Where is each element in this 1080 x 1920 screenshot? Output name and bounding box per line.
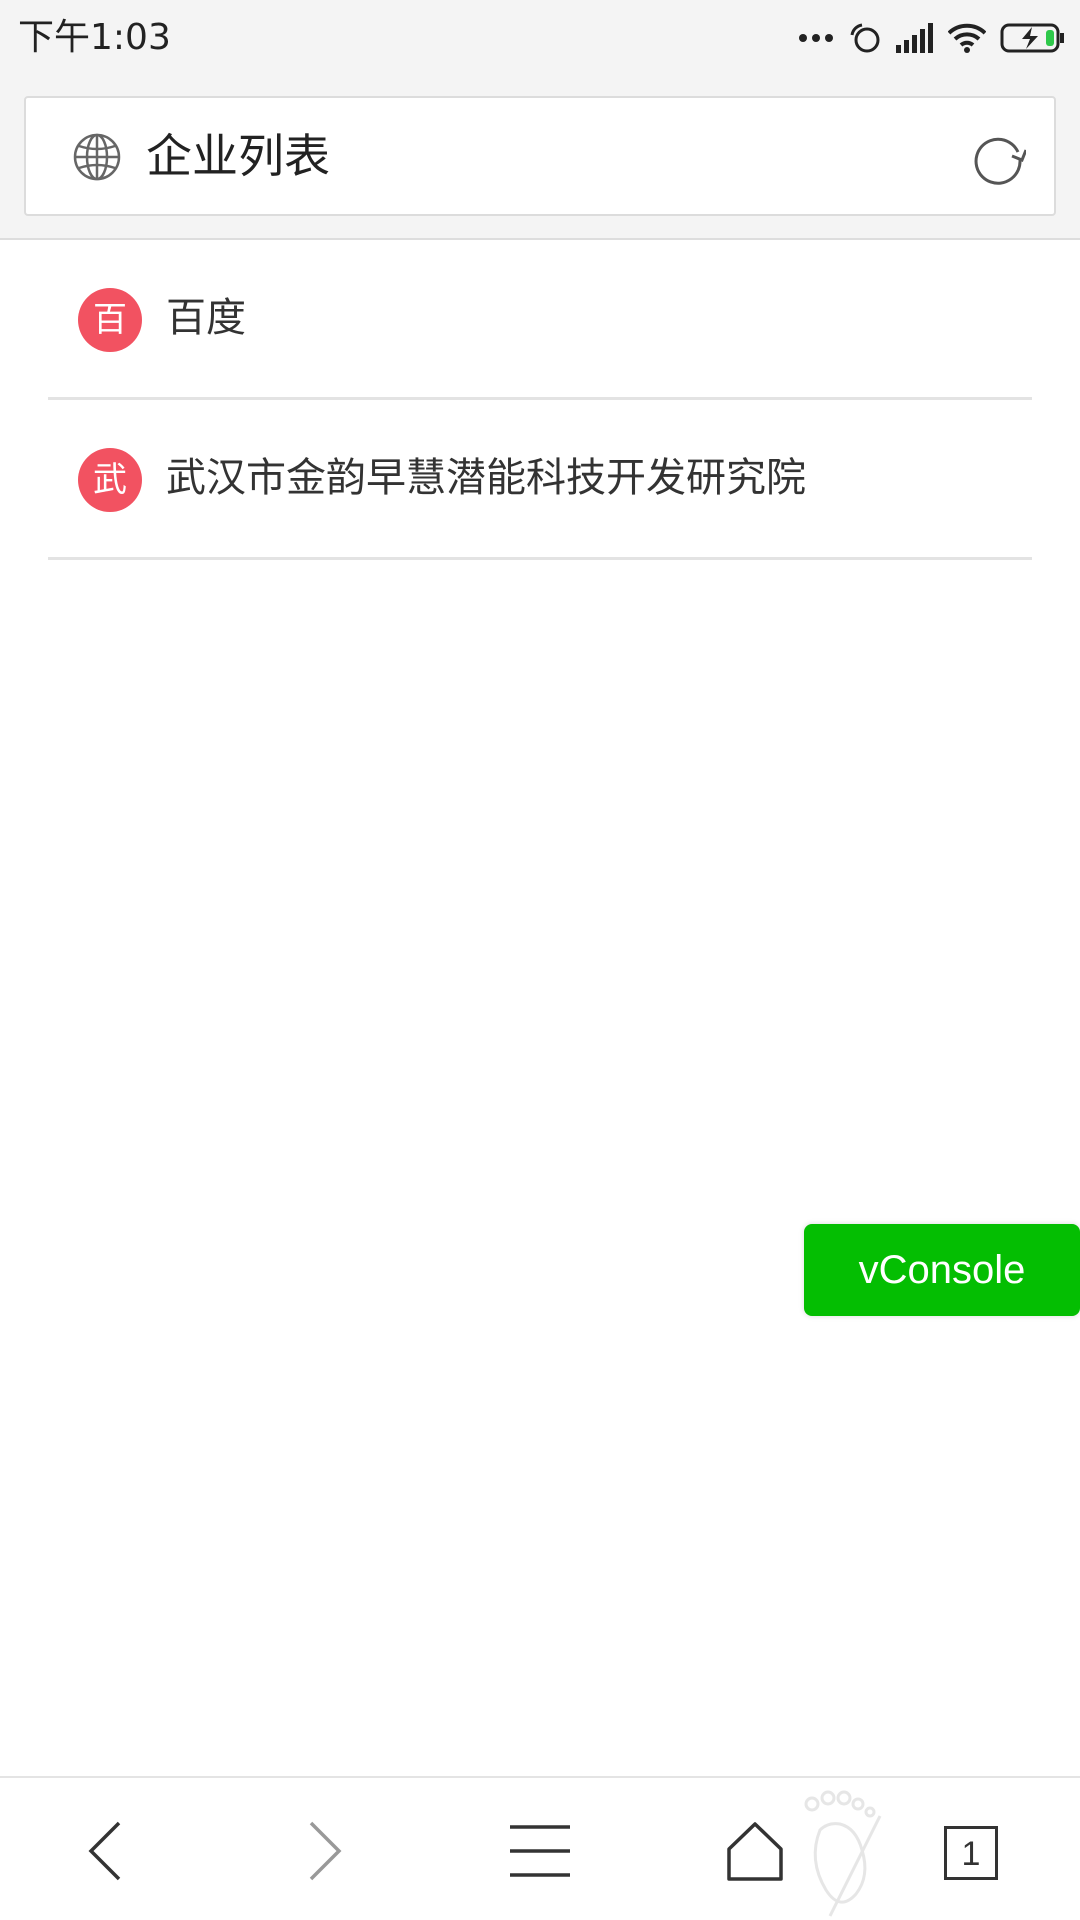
signal-icon xyxy=(896,23,934,53)
screen: 下午1:03 企业列表 百 百度 武 武汉市金韵早慧潜能科技开发研究院 vCon… xyxy=(0,0,1080,1920)
item-avatar: 百 xyxy=(78,288,142,352)
header: 企业列表 xyxy=(0,76,1080,240)
menu-button[interactable] xyxy=(495,1808,585,1898)
bottom-toolbar: 1 xyxy=(0,1776,1080,1920)
vconsole-button[interactable]: vConsole xyxy=(804,1224,1080,1316)
alarm-icon xyxy=(848,21,882,55)
forward-icon xyxy=(305,1819,345,1887)
tabs-icon: 1 xyxy=(944,1826,998,1880)
page-title: 企业列表 xyxy=(146,129,330,183)
home-icon xyxy=(726,1821,784,1885)
company-list: 百 百度 武 武汉市金韵早慧潜能科技开发研究院 xyxy=(48,240,1032,560)
list-item[interactable]: 百 百度 xyxy=(48,240,1032,400)
globe-icon xyxy=(72,132,122,186)
refresh-icon[interactable] xyxy=(970,130,1028,190)
status-time: 下午1:03 xyxy=(18,17,171,58)
back-icon xyxy=(85,1819,125,1887)
menu-icon xyxy=(510,1823,570,1883)
item-label: 武汉市金韵早慧潜能科技开发研究院 xyxy=(166,455,806,501)
title-bar: 企业列表 xyxy=(24,96,1056,216)
item-avatar: 武 xyxy=(78,448,142,512)
tabs-button[interactable]: 1 xyxy=(926,1808,1016,1898)
more-dots-icon xyxy=(798,32,834,44)
status-icons xyxy=(798,18,1066,58)
home-button[interactable] xyxy=(710,1808,800,1898)
status-bar: 下午1:03 xyxy=(0,0,1080,76)
forward-button[interactable] xyxy=(280,1808,370,1898)
battery-charging-icon xyxy=(1000,23,1066,53)
list-item[interactable]: 武 武汉市金韵早慧潜能科技开发研究院 xyxy=(48,400,1032,560)
wifi-icon xyxy=(948,23,986,53)
footprint-watermark-icon xyxy=(800,1790,900,1920)
item-label: 百度 xyxy=(166,295,246,341)
back-button[interactable] xyxy=(60,1808,150,1898)
